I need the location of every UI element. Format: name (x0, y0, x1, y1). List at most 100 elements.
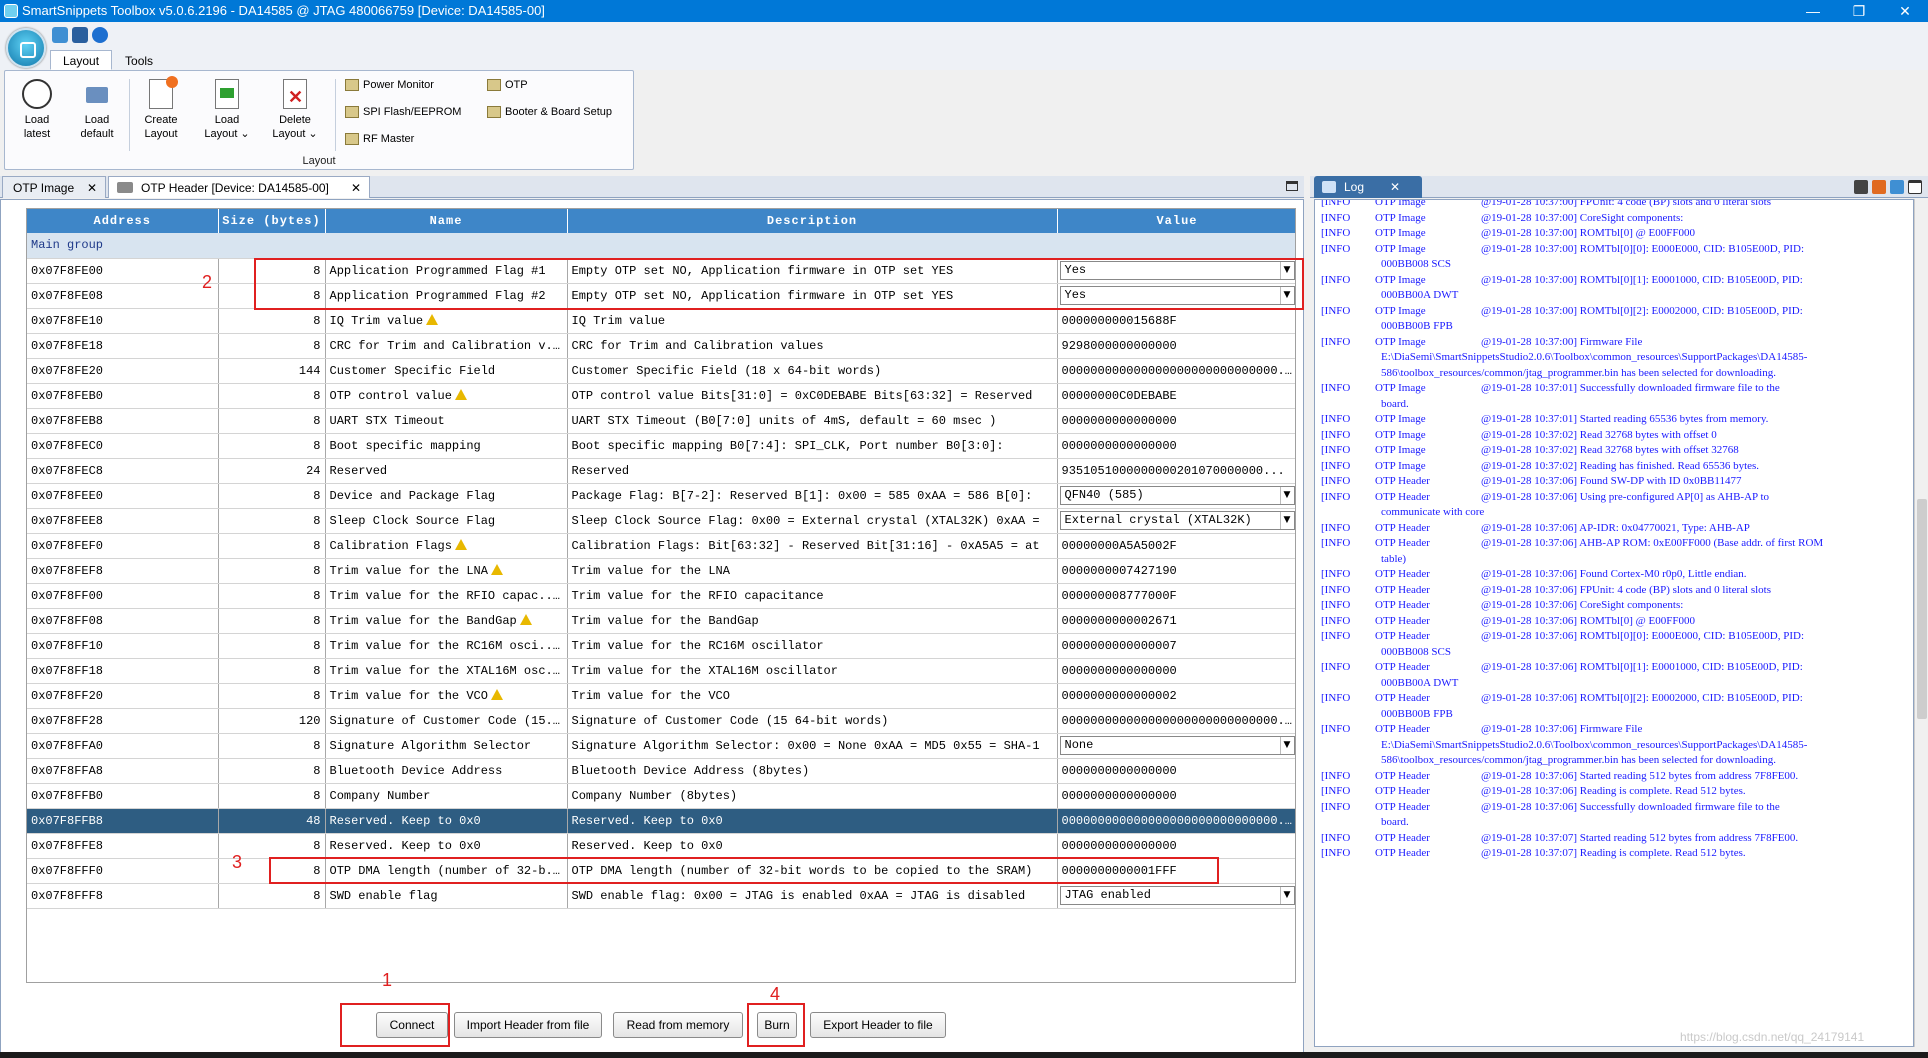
value-cell[interactable]: 000000000015688F (1057, 308, 1295, 334)
help-icon[interactable] (92, 27, 108, 43)
table-row[interactable]: 0x07F8FF28 120 Signature of Customer Code … (27, 708, 1295, 734)
read-from-memory-button[interactable]: Read from memory (613, 1012, 743, 1038)
value-cell[interactable]: 0000000007427190 (1057, 558, 1295, 584)
chevron-down-icon[interactable]: ▼ (1279, 737, 1294, 754)
table-row[interactable]: 0x07F8FE18 8 CRC for Trim and Calibration … (27, 333, 1295, 359)
value-select[interactable]: JTAG enabled ▼ (1059, 886, 1295, 905)
maximize-button[interactable]: ❐ (1836, 0, 1882, 22)
filter-icon[interactable] (1890, 180, 1904, 194)
tab-otp-image[interactable]: OTP Image ✕ (2, 176, 106, 198)
table-row[interactable]: 0x07F8FFB8 48 Reserved. Keep to 0x0 Reserve… (27, 808, 1295, 834)
table-row[interactable]: 0x07F8FEC8 24 Reserved Reserved 935105100000… (27, 458, 1295, 484)
value-cell[interactable]: 00000000C0DEBABE (1057, 383, 1295, 409)
column-header-name[interactable]: Name (325, 209, 568, 233)
table-row[interactable]: 0x07F8FFF8 8 SWD enable flag SWD enable fla… (27, 883, 1295, 909)
close-button[interactable]: ✕ (1882, 0, 1928, 22)
group-row[interactable]: Main group (27, 233, 1295, 259)
column-header-description[interactable]: Description (567, 209, 1058, 233)
tab-layout[interactable]: Layout (50, 50, 113, 70)
value-cell[interactable]: 0000000000000000 (1057, 408, 1295, 434)
value-select[interactable]: None ▼ (1059, 736, 1295, 755)
spi-flash-eeprom-button[interactable]: SPI Flash/EEPROM (345, 106, 461, 118)
table-row[interactable]: 0x07F8FE20 144 Customer Specific Field Cust… (27, 358, 1295, 384)
scrollbar-thumb[interactable] (1917, 499, 1927, 719)
minimize-button[interactable]: — (1790, 0, 1836, 22)
log-lv: [INFO (1321, 785, 1351, 797)
column-header-address[interactable]: Address (27, 209, 219, 233)
tab-tools[interactable]: Tools (112, 50, 166, 70)
log-src: OTP Image (1375, 444, 1426, 456)
description-cell: OTP control value Bits[31:0] = 0xC0DEBAB… (567, 383, 1058, 409)
create-layout-button[interactable]: Create Layout (133, 76, 189, 141)
minimize-panel-icon[interactable] (1908, 180, 1922, 194)
table-row[interactable]: 0x07F8FF18 8 Trim value for the XTAL16M os… (27, 658, 1295, 684)
value-cell[interactable]: 000000000000000000000000000000... (1057, 808, 1295, 834)
rf-master-button[interactable]: RF Master (345, 133, 414, 145)
tab-otp-header[interactable]: OTP Header [Device: DA14585-00] ✕ (108, 176, 370, 198)
ribbon-group-label: Layout (302, 155, 336, 167)
clear-log-icon[interactable] (1872, 180, 1886, 194)
refresh-icon[interactable] (52, 27, 68, 43)
table-row[interactable]: 0x07F8FF10 8 Trim value for the RC16M osci… (27, 633, 1295, 659)
address-cell: 0x07F8FF20 (27, 683, 219, 709)
value-cell[interactable]: 0000000000000007 (1057, 633, 1295, 659)
table-row[interactable]: 0x07F8FEF8 8 Trim value for the LNA Trim va… (27, 558, 1295, 584)
load-default-button[interactable]: Load default (69, 79, 125, 141)
address-cell: 0x07F8FF18 (27, 658, 219, 684)
close-icon[interactable]: ✕ (87, 177, 97, 199)
value-cell[interactable]: 0000000000002671 (1057, 608, 1295, 634)
delete-layout-button[interactable]: ✕ Delete Layout ⌄ (267, 79, 323, 141)
value-cell[interactable]: 0000000000000000 (1057, 833, 1295, 859)
value-cell[interactable]: 0000000000000002 (1057, 683, 1295, 709)
annotation-label-4: 4 (770, 984, 781, 1004)
value-cell[interactable]: 00000000A5A5002F (1057, 533, 1295, 559)
load-layout-button[interactable]: Load Layout ⌄ (199, 79, 255, 141)
value-cell[interactable]: 0000000000000000 (1057, 758, 1295, 784)
table-row[interactable]: 0x07F8FF00 8 Trim value for the RFIO capac… (27, 583, 1295, 609)
value-cell[interactable]: 0000000000000000 (1057, 433, 1295, 459)
value-select[interactable]: External crystal (XTAL32K) ▼ (1059, 511, 1295, 530)
table-row[interactable]: 0x07F8FEB8 8 UART STX Timeout UART STX Time… (27, 408, 1295, 434)
table-row[interactable]: 0x07F8FEE8 8 Sleep Clock Source Flag Sleep … (27, 508, 1295, 534)
close-icon[interactable]: ✕ (1390, 176, 1400, 198)
column-header-value[interactable]: Value (1057, 209, 1295, 233)
table-row[interactable]: 0x07F8FEE0 8 Device and Package Flag Packag… (27, 483, 1295, 509)
table-row[interactable]: 0x07F8FE10 8 IQ Trim value IQ Trim value 000… (27, 308, 1295, 334)
table-row[interactable]: 0x07F8FEB0 8 OTP control value OTP control … (27, 383, 1295, 409)
table-row[interactable]: 0x07F8FF08 8 Trim value for the BandGap Tri… (27, 608, 1295, 634)
table-row[interactable]: 0x07F8FF20 8 Trim value for the VCO Trim va… (27, 683, 1295, 709)
value-cell[interactable]: 000000000000000000000000000000... (1057, 358, 1295, 384)
power-monitor-button[interactable]: Power Monitor (345, 79, 434, 91)
table-row[interactable]: 0x07F8FFE8 8 Reserved. Keep to 0x0 Reserved… (27, 833, 1295, 859)
log-msg: @19-01-28 10:37:00] CoreSight components… (1481, 211, 1684, 224)
export-header-button[interactable]: Export Header to file (810, 1012, 946, 1038)
otp-button[interactable]: OTP (487, 79, 528, 91)
value-cell[interactable]: 9351051000000000201070000000... (1057, 458, 1295, 484)
minimize-panel-icon[interactable] (1286, 181, 1298, 191)
value-cell[interactable]: 0000000000000000 (1057, 783, 1295, 809)
value-select[interactable]: QFN40 (585) ▼ (1059, 486, 1295, 505)
table-row[interactable]: 0x07F8FEF0 8 Calibration Flags Calibration … (27, 533, 1295, 559)
import-header-button[interactable]: Import Header from file (454, 1012, 602, 1038)
tab-log[interactable]: Log ✕ (1314, 176, 1422, 198)
save-log-icon[interactable] (1854, 180, 1868, 194)
table-row[interactable]: 0x07F8FFA8 8 Bluetooth Device Address Bluet… (27, 758, 1295, 784)
application-menu-icon[interactable] (6, 28, 46, 68)
booter-board-setup-button[interactable]: Booter & Board Setup (487, 106, 612, 118)
value-cell[interactable]: 9298000000000000 (1057, 333, 1295, 359)
value-cell[interactable]: 000000000000000000000000000000... (1057, 708, 1295, 734)
log-scrollbar[interactable] (1914, 199, 1928, 1047)
column-header-size[interactable]: Size (bytes) (218, 209, 326, 233)
chevron-down-icon[interactable]: ▼ (1279, 887, 1294, 904)
table-row[interactable]: 0x07F8FFA0 8 Signature Algorithm Selector S… (27, 733, 1295, 759)
close-icon[interactable]: ✕ (351, 177, 361, 199)
size-cell: 8 (218, 883, 326, 909)
chevron-down-icon[interactable]: ▼ (1279, 512, 1294, 529)
chevron-down-icon[interactable]: ▼ (1279, 487, 1294, 504)
load-latest-button[interactable]: Load latest (9, 79, 65, 141)
table-row[interactable]: 0x07F8FEC0 8 Boot specific mapping Boot spe… (27, 433, 1295, 459)
value-cell[interactable]: 0000000000000000 (1057, 658, 1295, 684)
table-row[interactable]: 0x07F8FFB0 8 Company Number Company Number … (27, 783, 1295, 809)
value-cell[interactable]: 000000008777000F (1057, 583, 1295, 609)
save-icon[interactable] (72, 27, 88, 43)
